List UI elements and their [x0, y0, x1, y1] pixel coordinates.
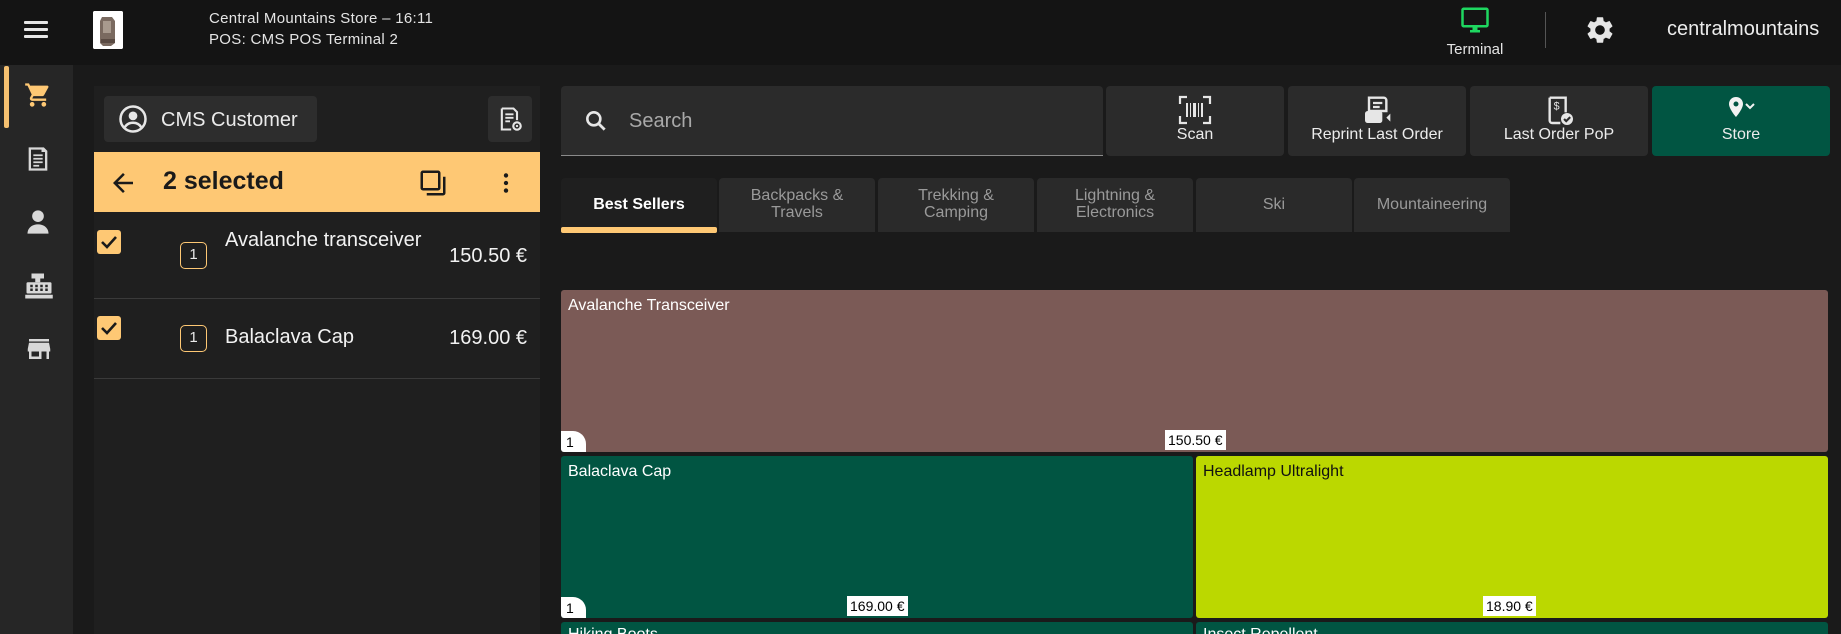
store-time-label: Central Mountains Store – 16:11 [209, 10, 434, 27]
product-tile[interactable]: Insect Repellent [1196, 622, 1828, 634]
rail-item-receipts[interactable] [0, 129, 73, 189]
product-tile[interactable]: Avalanche Transceiver 1 150.50 € [561, 290, 1828, 452]
tab-label: Camping [923, 204, 989, 221]
line-product-name: Avalanche transceiver [225, 229, 422, 251]
rail-item-cart[interactable] [0, 65, 73, 125]
product-count-badge: 1 [561, 597, 586, 618]
reprint-last-order-button[interactable]: Reprint Last Order [1288, 86, 1466, 156]
tab-best-sellers[interactable]: Best Sellers [561, 178, 717, 232]
line-product-name: Balaclava Cap [225, 326, 354, 348]
product-name: Avalanche Transceiver [568, 297, 730, 314]
tab-label: Trekking & [918, 187, 994, 204]
back-arrow-icon[interactable] [108, 168, 138, 198]
store-button[interactable]: Store [1652, 86, 1830, 156]
line-price: 169.00 € [449, 327, 527, 349]
username-label[interactable]: centralmountains [1667, 18, 1819, 41]
tab-ski[interactable]: Ski [1196, 178, 1352, 232]
monitor-icon [1461, 7, 1489, 33]
order-line[interactable]: 1 Avalanche transceiver 150.50 € [94, 212, 540, 299]
more-vert-icon[interactable] [493, 168, 519, 198]
copy-icon[interactable] [418, 168, 448, 198]
scan-label: Scan [1176, 126, 1214, 143]
selection-bar: 2 selected [94, 152, 540, 212]
product-count-badge: 1 [561, 431, 586, 452]
gear-icon[interactable] [1584, 14, 1616, 46]
selection-count: 2 selected [163, 167, 284, 195]
store-logo [93, 11, 123, 49]
tab-label: Backpacks & [750, 187, 844, 204]
tab-label: Mountaineering [1376, 196, 1488, 213]
receipt-dollar-check-icon: $ [1548, 96, 1573, 125]
cart-icon [25, 83, 49, 107]
reprint-receipt-icon [1365, 96, 1391, 123]
active-tab-indicator [561, 227, 717, 233]
tab-label: Travels [771, 204, 823, 221]
product-name: Balaclava Cap [568, 463, 672, 480]
tab-label: Best Sellers [593, 196, 685, 213]
product-price: 18.90 € [1483, 596, 1536, 616]
product-name: Hiking Boots [568, 626, 658, 634]
rail-item-cash-register[interactable] [0, 255, 73, 315]
tab-label: Ski [1262, 196, 1286, 213]
checkbox-checked-icon[interactable] [97, 230, 121, 254]
order-settings-button[interactable] [488, 96, 532, 142]
search-input[interactable] [629, 107, 1069, 135]
last-order-pop-button[interactable]: $ Last Order PoP [1470, 86, 1648, 156]
divider [1545, 12, 1546, 48]
tab-backpacks-travels[interactable]: Backpacks & Travels [719, 178, 875, 232]
product-name: Headlamp Ultralight [1203, 463, 1344, 480]
barcode-scan-icon [1178, 95, 1212, 125]
rail-item-customers[interactable] [0, 192, 73, 252]
rail-item-store[interactable] [0, 318, 73, 378]
nav-rail [0, 65, 73, 634]
product-tile[interactable]: Hiking Boots [561, 622, 1193, 634]
product-name: Insect Repellent [1203, 626, 1318, 634]
customer-button[interactable]: CMS Customer [104, 96, 317, 142]
account-circle-icon [119, 105, 147, 133]
receipt-icon [28, 147, 48, 171]
product-price: 169.00 € [847, 596, 908, 616]
tab-label: Electronics [1075, 204, 1155, 221]
product-price: 150.50 € [1165, 430, 1226, 450]
customer-name: CMS Customer [161, 109, 298, 131]
receipt-settings-icon [500, 107, 522, 131]
order-line[interactable]: 1 Balaclava Cap 169.00 € [94, 299, 540, 379]
tab-mountaineering[interactable]: Mountaineering [1354, 178, 1510, 232]
search-field[interactable] [561, 86, 1103, 156]
product-tile[interactable]: Balaclava Cap 1 169.00 € [561, 456, 1193, 618]
scan-button[interactable]: Scan [1106, 86, 1284, 156]
person-icon [27, 210, 49, 234]
product-tile[interactable]: Headlamp Ultralight 18.90 € [1196, 456, 1828, 618]
line-quantity[interactable]: 1 [180, 242, 207, 269]
line-price: 150.50 € [449, 245, 527, 267]
terminal-label: Terminal [1446, 41, 1504, 58]
cash-register-icon [25, 273, 53, 299]
line-quantity[interactable]: 1 [180, 325, 207, 352]
location-pin-chevron-icon [1729, 97, 1755, 117]
terminal-button[interactable]: Terminal [1430, 3, 1520, 61]
tab-label: Lightning & [1074, 187, 1156, 204]
search-icon [586, 111, 606, 131]
tab-trekking-camping[interactable]: Trekking & Camping [878, 178, 1034, 232]
svg-text:$: $ [1554, 101, 1560, 113]
tab-lightning-electronics[interactable]: Lightning & Electronics [1037, 178, 1193, 232]
rail-active-indicator [4, 66, 9, 128]
last-order-pop-label: Last Order PoP [1503, 126, 1615, 143]
checkbox-checked-icon[interactable] [97, 316, 121, 340]
menu-icon[interactable] [22, 17, 52, 43]
reprint-label: Reprint Last Order [1311, 126, 1443, 143]
store-icon [27, 339, 51, 359]
pos-terminal-label: POS: CMS POS Terminal 2 [209, 31, 399, 48]
store-label: Store [1721, 126, 1761, 143]
